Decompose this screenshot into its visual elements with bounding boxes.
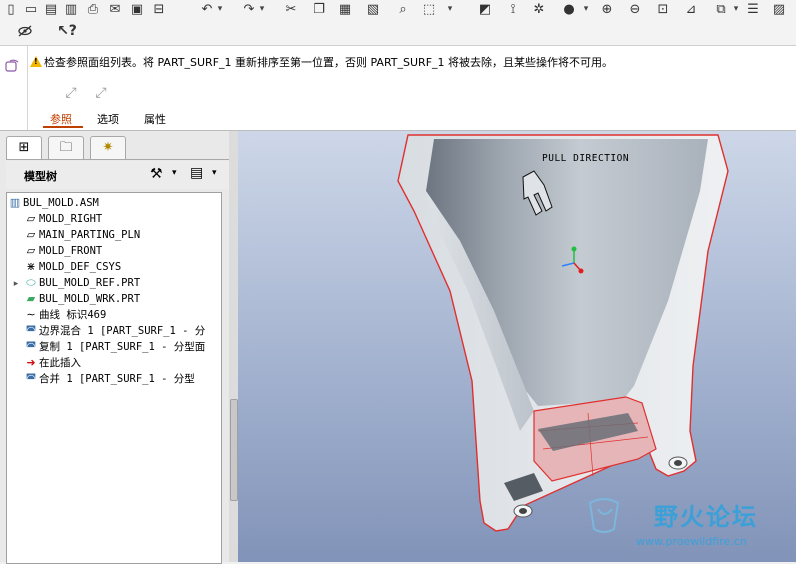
- model-tree-tab-icon: ⊞: [18, 140, 30, 155]
- refit-icon[interactable]: ⊡: [654, 1, 672, 17]
- print-icon[interactable]: ⎙: [84, 1, 102, 17]
- panel-splitter[interactable]: [229, 131, 238, 562]
- swap-surfaces-icon[interactable]: ⤢: [62, 84, 80, 102]
- selection-dropdown-icon[interactable]: ▾: [446, 1, 454, 17]
- tab-references[interactable]: 参照: [50, 111, 72, 127]
- tree-item-mold-def-csys[interactable]: ⋇ MOLD_DEF_CSYS: [23, 259, 121, 275]
- datum-point-display-icon[interactable]: ⟟: [504, 1, 522, 17]
- tab-favorites[interactable]: ✷: [90, 136, 126, 159]
- swap-surfaces-alt-icon[interactable]: ⤢: [92, 84, 110, 102]
- shading-sphere-icon[interactable]: ●: [560, 1, 578, 17]
- assembly-icon: ▥: [9, 196, 21, 209]
- part-icon: ▰: [26, 292, 36, 305]
- save-icon[interactable]: ▤: [42, 1, 60, 17]
- redo-dropdown-icon[interactable]: ▾: [258, 1, 266, 17]
- open-file-icon[interactable]: ▭: [22, 1, 40, 17]
- feature-dashboard: 检查参照面组列表。将 PART_SURF_1 重新排序至第一位置，否则 PART…: [0, 46, 796, 131]
- saved-views-icon[interactable]: ⧉: [712, 1, 730, 17]
- splitter-handle[interactable]: [230, 399, 238, 501]
- edit-definition-icon[interactable]: ◩: [476, 1, 494, 17]
- tree-settings-dropdown-icon[interactable]: ▾: [172, 168, 177, 178]
- watermark-url: www.proewildfire.cn: [636, 535, 747, 548]
- window-icon[interactable]: ▣: [128, 1, 146, 17]
- merge-feature-icon: [5, 59, 19, 72]
- redo-icon[interactable]: ↷: [240, 1, 258, 17]
- warning-icon: [30, 56, 42, 67]
- save-copy-icon[interactable]: ▥: [62, 1, 80, 17]
- layers-icon[interactable]: ☰: [744, 1, 762, 17]
- model-tree: ▥ BUL_MOLD.ASM ▱ MOLD_RIGHT ▱ MAIN_PARTING_…: [6, 192, 222, 564]
- undo-dropdown-icon[interactable]: ▾: [216, 1, 224, 17]
- copy-icon[interactable]: ❐: [310, 1, 328, 17]
- paste-icon[interactable]: ▦: [336, 1, 354, 17]
- bolt-hole-right-core: [674, 460, 682, 466]
- tree-item-copy[interactable]: ◚ 复制 1 [PART_SURF_1 - 分型面: [23, 339, 206, 355]
- tree-item-mold-right[interactable]: ▱ MOLD_RIGHT: [23, 211, 102, 227]
- tab-folder-browser[interactable]: 🗀: [48, 136, 84, 159]
- tree-settings-icon[interactable]: ⚒: [150, 166, 163, 182]
- tree-item-assembly[interactable]: ▥ BUL_MOLD.ASM: [7, 195, 99, 211]
- surface-icon: ◚: [25, 324, 37, 337]
- tree-show-icon[interactable]: ▤: [190, 165, 203, 181]
- merge-surface-icon: ◚: [25, 372, 37, 385]
- active-tab-underline: [43, 126, 83, 128]
- model-tree-header: 模型树 ⚒ ▾ ▤ ▾: [6, 161, 230, 189]
- paste-special-icon[interactable]: ▧: [364, 1, 382, 17]
- watermark-text: 野火论坛: [654, 503, 758, 531]
- datum-plane-icon: ▱: [26, 228, 36, 241]
- watermark-logo: [584, 493, 626, 537]
- views-dropdown-icon[interactable]: ▾: [732, 1, 740, 17]
- status-message-text: 检查参照面组列表。将 PART_SURF_1 重新排序至第一位置，否则 PART…: [44, 56, 614, 69]
- expand-icon[interactable]: ▸: [9, 276, 23, 292]
- main-toolbar: ▯ ▭ ▤ ▥ ⎙ ✉ ▣ ⊟ ↶ ▾ ↷ ▾ ✂ ❐ ▦ ▧ ⌕ ⬚ ▾ ◩ …: [0, 0, 796, 19]
- context-help-icon[interactable]: ↖?: [57, 23, 77, 39]
- secondary-toolbar: ↖?: [0, 18, 796, 46]
- tree-item-boundary-blend[interactable]: ◚ 边界混合 1 [PART_SURF_1 - 分: [23, 323, 206, 339]
- coordinate-system-icon: ⋇: [26, 260, 36, 273]
- undo-icon[interactable]: ↶: [198, 1, 216, 17]
- favorites-icon: ✷: [102, 140, 114, 155]
- zoom-out-icon[interactable]: ⊖: [626, 1, 644, 17]
- datum-plane-icon: ▱: [26, 244, 36, 257]
- regenerate-icon[interactable]: ⊟: [150, 1, 168, 17]
- tree-item-wrk-part[interactable]: ▰ BUL_MOLD_WRK.PRT: [23, 291, 140, 307]
- appearance-icon[interactable]: ▨: [770, 1, 788, 17]
- insert-here-arrow-icon: ➜: [26, 356, 36, 369]
- shading-dropdown-icon[interactable]: ▾: [582, 1, 590, 17]
- folder-icon: 🗀: [59, 140, 73, 155]
- graphics-viewport[interactable]: PULL DIRECTION 野火论坛 www.proewildfire.cn: [238, 131, 796, 562]
- model-tree-title: 模型树: [24, 170, 57, 183]
- surface-icon: ◚: [25, 340, 37, 353]
- tab-strip-border: [6, 159, 230, 160]
- find-icon[interactable]: ⌕: [394, 1, 412, 17]
- cut-icon[interactable]: ✂: [282, 1, 300, 17]
- tree-item-main-parting-pln[interactable]: ▱ MAIN_PARTING_PLN: [23, 227, 140, 243]
- tree-item-mold-front[interactable]: ▱ MOLD_FRONT: [23, 243, 102, 259]
- tab-properties[interactable]: 属性: [144, 111, 166, 127]
- curve-icon: ∼: [26, 308, 36, 321]
- selection-box-icon[interactable]: ⬚: [420, 1, 438, 17]
- tree-item-curve[interactable]: ∼ 曲线 标识469: [23, 307, 106, 323]
- tab-options[interactable]: 选项: [97, 111, 119, 127]
- status-message: 检查参照面组列表。将 PART_SURF_1 重新排序至第一位置，否则 PART…: [30, 54, 613, 70]
- tree-item-ref-part[interactable]: ▸ ⬭ BUL_MOLD_REF.PRT: [9, 275, 140, 291]
- part-icon: ⬭: [26, 276, 36, 289]
- new-file-icon[interactable]: ▯: [2, 1, 20, 17]
- pull-direction-label: PULL DIRECTION: [542, 153, 630, 164]
- tree-item-insert-here[interactable]: ➜ 在此插入: [23, 355, 81, 371]
- spin-center-icon[interactable]: ✲: [530, 1, 548, 17]
- zoom-in-icon[interactable]: ⊕: [598, 1, 616, 17]
- datum-plane-icon: ▱: [26, 212, 36, 225]
- bolt-hole-left-core: [519, 508, 527, 514]
- hide-icon[interactable]: [16, 23, 34, 39]
- dashboard-separator: [27, 46, 28, 130]
- send-mail-icon[interactable]: ✉: [106, 1, 124, 17]
- navigator-panel: ⊞ 🗀 ✷ 模型树 ⚒ ▾ ▤ ▾ ▥ BUL_MOLD.ASM ▱ MOLD_RI…: [0, 131, 238, 564]
- tree-show-dropdown-icon[interactable]: ▾: [212, 168, 217, 178]
- tab-model-tree[interactable]: ⊞: [6, 136, 42, 160]
- reorient-icon[interactable]: ⊿: [682, 1, 700, 17]
- tree-item-merge[interactable]: ◚ 合并 1 [PART_SURF_1 - 分型: [23, 371, 195, 387]
